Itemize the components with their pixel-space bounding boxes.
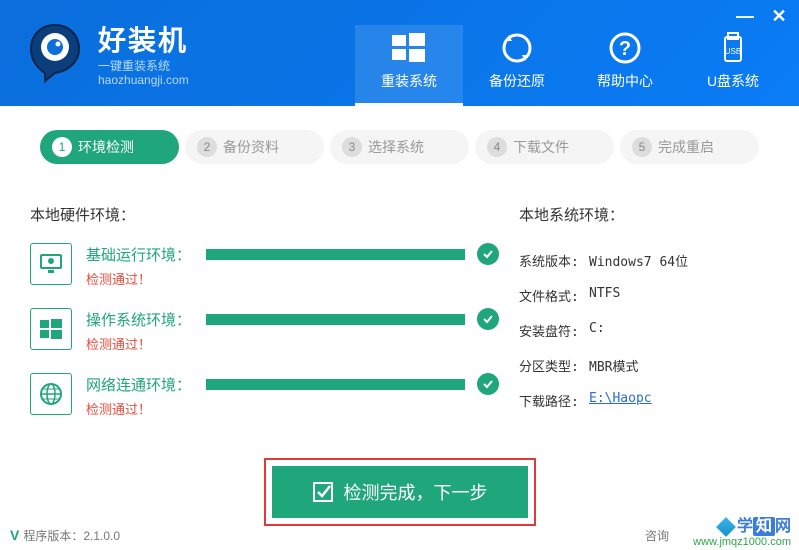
checkmark-icon (477, 243, 499, 265)
step-label: 备份资料 (223, 137, 279, 157)
nav-help[interactable]: ? 帮助中心 (571, 25, 679, 106)
svg-text:?: ? (619, 38, 631, 60)
main-nav: 重装系统 备份还原 ? 帮助中心 USB U盘系统 (355, 25, 787, 106)
checkmark-icon (477, 373, 499, 395)
check-os: 操作系统环境： 检测通过！ (30, 308, 499, 353)
download-path-link[interactable]: E:\Haopc (589, 391, 749, 410)
diamond-icon (716, 517, 736, 537)
next-button-highlight: 检测完成，下一步 (264, 458, 536, 526)
app-subtitle-2: haozhuangji.com (98, 73, 189, 87)
sync-icon (498, 31, 536, 65)
step-label: 环境检测 (78, 137, 134, 157)
nav-label: U盘系统 (707, 73, 759, 89)
check-network: 网络连通环境： 检测通过！ (30, 373, 499, 418)
sys-partition-row: 分区类型:MBR模式 (519, 348, 749, 383)
progress-bar (206, 249, 465, 260)
nav-label: 重装系统 (381, 73, 437, 89)
sys-drive-row: 安装盘符:C: (519, 313, 749, 348)
step-bar: 1环境检测 2备份资料 3选择系统 4下载文件 5完成重启 (0, 106, 799, 174)
logo-group: 好装机 一键重装系统 haozhuangji.com (20, 18, 189, 88)
check-basic-runtime: 基础运行环境： 检测通过！ (30, 243, 499, 288)
step-4: 4下载文件 (475, 130, 614, 164)
sys-section-title: 本地系统环境： (519, 204, 749, 225)
step-3: 3选择系统 (330, 130, 469, 164)
svg-text:USB: USB (725, 47, 741, 56)
nav-reinstall[interactable]: 重装系统 (355, 25, 463, 106)
help-icon: ? (606, 31, 644, 65)
checkbox-icon (312, 481, 334, 503)
windows-icon (30, 308, 72, 350)
check-result: 检测通过！ (86, 334, 499, 353)
checkmark-icon (477, 308, 499, 330)
watermark: 学知网 www.jmqz1000.com (693, 512, 791, 548)
app-subtitle-1: 一键重装系统 (98, 59, 189, 73)
nav-backup[interactable]: 备份还原 (463, 25, 571, 106)
check-label: 基础运行环境： (86, 244, 206, 265)
progress-bar (206, 314, 465, 325)
nav-label: 帮助中心 (597, 73, 653, 89)
globe-icon (30, 373, 72, 415)
check-result: 检测通过！ (86, 399, 499, 418)
step-label: 选择系统 (368, 137, 424, 157)
step-2: 2备份资料 (185, 130, 324, 164)
nav-label: 备份还原 (489, 73, 545, 89)
sys-fs-row: 文件格式:NTFS (519, 278, 749, 313)
app-header: 好装机 一键重装系统 haozhuangji.com — ✕ 重装系统 备份还原… (0, 0, 799, 106)
check-label: 操作系统环境： (86, 309, 206, 330)
minimize-button[interactable]: — (735, 6, 755, 27)
close-button[interactable]: ✕ (769, 6, 789, 27)
step-label: 完成重启 (658, 137, 714, 157)
step-5: 5完成重启 (620, 130, 759, 164)
sys-path-row: 下载路径:E:\Haopc (519, 383, 749, 418)
watermark-url: www.jmqz1000.com (693, 536, 791, 548)
footer: V程序版本：2.1.0.0 咨询 (10, 527, 789, 544)
step-label: 下载文件 (513, 137, 569, 157)
check-result: 检测通过！ (86, 269, 499, 288)
step-1: 1环境检测 (40, 130, 179, 164)
next-button-label: 检测完成，下一步 (344, 479, 488, 505)
nav-usb[interactable]: USB U盘系统 (679, 25, 787, 106)
app-title: 好装机 (98, 19, 189, 59)
monitor-icon (30, 243, 72, 285)
next-button[interactable]: 检测完成，下一步 (272, 466, 528, 518)
check-label: 网络连通环境： (86, 374, 206, 395)
consult-label: 咨询 (645, 527, 669, 544)
usb-icon: USB (714, 31, 752, 65)
app-logo-icon (20, 18, 90, 88)
sys-version-row: 系统版本:Windows7 64位 (519, 243, 749, 278)
progress-bar (206, 379, 465, 390)
version-info: V程序版本：2.1.0.0 (10, 527, 120, 544)
hw-section-title: 本地硬件环境： (30, 204, 499, 225)
windows-flag-icon (390, 31, 428, 65)
